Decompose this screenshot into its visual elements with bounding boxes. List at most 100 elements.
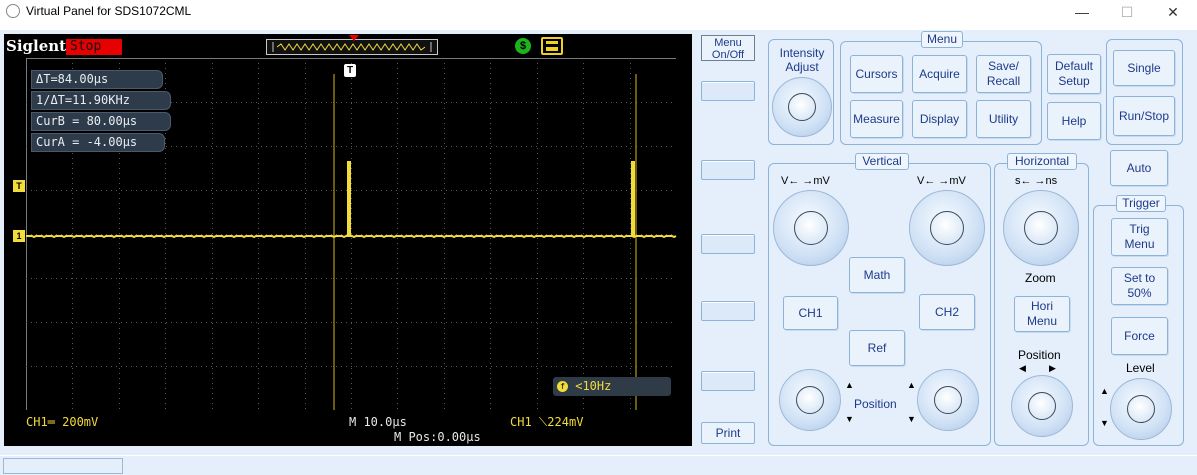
inverse-delta-t-readout: 1/ΔT=11.90KHz: [31, 91, 171, 110]
trigger-info: CH1 ⟍224mV: [510, 415, 584, 429]
ref-button[interactable]: Ref: [849, 330, 905, 366]
force-button[interactable]: Force: [1111, 317, 1168, 355]
level-up-arrow-icon: ▲: [1100, 386, 1109, 396]
run-control-panel: Single Run/Stop: [1106, 39, 1183, 145]
ch1-position-down-arrow-icon: ▼: [845, 414, 854, 424]
horizontal-position-label: Position: [1018, 348, 1061, 362]
trigger-level-knob-cap: [1127, 395, 1155, 423]
ch1-volts-knob-cap: [794, 211, 828, 245]
channel1-marker[interactable]: 1: [13, 230, 25, 242]
maximize-button[interactable]: ☐: [1104, 0, 1150, 24]
cursor-a-readout: CurA = -4.00µs: [31, 133, 165, 152]
horizontal-right-arrow-icon: ▶: [1049, 363, 1056, 373]
hori-menu-button[interactable]: Hori Menu: [1014, 296, 1070, 332]
vertical-panel: Vertical V← →mV V← →mV Math CH1 CH2 Ref …: [768, 153, 991, 446]
trigger-panel: Trigger Trig Menu Set to 50% Force Level…: [1093, 195, 1184, 446]
hori-menu-line2: Menu: [1026, 314, 1058, 328]
close-button[interactable]: ✕: [1150, 0, 1196, 24]
ch2-position-knob-cap: [934, 386, 962, 414]
cursors-button[interactable]: Cursors: [850, 55, 903, 93]
print-button[interactable]: Print: [701, 422, 755, 444]
help-button[interactable]: Help: [1047, 102, 1101, 140]
scope-display: Siglent Stop $ T T 1 ΔT=84.00µs 1/ΔT=11.…: [4, 34, 692, 446]
ch1-button[interactable]: CH1: [783, 296, 838, 330]
measure-button[interactable]: Measure: [850, 100, 903, 138]
ch2-position-up-arrow-icon: ▲: [907, 380, 916, 390]
intensity-knob-cap: [788, 93, 816, 121]
frequency-counter: f <10Hz: [553, 377, 671, 396]
menu-panel: Menu Cursors Acquire Save/ Recall Measur…: [840, 31, 1042, 145]
default-setup-line2: Setup: [1058, 74, 1090, 88]
softkey-2[interactable]: [701, 160, 755, 180]
vertical-panel-title: Vertical: [855, 153, 909, 170]
horizontal-left-arrow-icon: ◀: [1019, 363, 1026, 373]
zoom-label: Zoom: [1025, 271, 1056, 285]
set-to-50-line1: Set to: [1123, 271, 1156, 285]
softkey-1[interactable]: [701, 81, 755, 101]
save-recall-line2: Recall: [986, 74, 1021, 88]
intensity-panel: Intensity Adjust: [768, 39, 834, 145]
vertical-position-label: Position: [854, 397, 897, 411]
set-to-50-line2: 50%: [1127, 286, 1152, 300]
ch2-volts-label: V← →mV: [917, 175, 966, 187]
auto-button[interactable]: Auto: [1110, 150, 1168, 186]
title-bar: Virtual Panel for SDS1072CML — ☐ ✕: [0, 0, 1197, 24]
trigger-level-marker[interactable]: T: [13, 180, 25, 192]
app-icon: [6, 4, 20, 18]
horizontal-position-knob-cap: [1028, 392, 1056, 420]
ch1-scale: CH1═ 200mV: [26, 415, 99, 429]
display-button[interactable]: Display: [912, 100, 967, 138]
status-bar: [0, 456, 1197, 475]
softkey-3[interactable]: [701, 234, 755, 254]
menu-on-off-button[interactable]: Menu On/Off: [701, 35, 755, 61]
set-to-50-button[interactable]: Set to 50%: [1111, 267, 1168, 305]
window-title: Virtual Panel for SDS1072CML: [26, 4, 192, 18]
softkey-5[interactable]: [701, 371, 755, 391]
menu-on-off-line2: On/Off: [711, 49, 745, 61]
minimize-button[interactable]: —: [1059, 0, 1105, 24]
ch1-position-knob-cap: [796, 386, 824, 414]
ch1-waveform: [26, 161, 677, 239]
trigger-position-marker[interactable]: T: [344, 64, 356, 77]
intensity-label-line1: Intensity: [779, 46, 825, 60]
trig-menu-line2: Menu: [1124, 237, 1155, 251]
trig-menu-button[interactable]: Trig Menu: [1111, 218, 1168, 256]
math-button[interactable]: Math: [849, 257, 905, 293]
run-stop-button[interactable]: Run/Stop: [1113, 96, 1175, 136]
trigger-panel-title: Trigger: [1116, 195, 1166, 212]
cursor-b-readout: CurB = 80.00µs: [31, 112, 171, 131]
utility-button[interactable]: Utility: [976, 100, 1031, 138]
default-setup-line1: Default: [1054, 59, 1094, 73]
acquire-button[interactable]: Acquire: [912, 55, 967, 93]
save-recall-button[interactable]: Save/ Recall: [976, 55, 1031, 93]
status-progress: [3, 458, 123, 474]
single-button[interactable]: Single: [1113, 50, 1175, 86]
ch2-position-knob[interactable]: [917, 369, 979, 431]
horizontal-position-knob[interactable]: [1011, 375, 1073, 437]
horizontal-panel-title: Horizontal: [1007, 153, 1077, 170]
level-down-arrow-icon: ▼: [1100, 418, 1109, 428]
time-div-label: s← →ns: [1015, 175, 1058, 187]
level-label: Level: [1126, 361, 1155, 375]
ch1-position-up-arrow-icon: ▲: [845, 380, 854, 390]
ch2-button[interactable]: CH2: [919, 294, 975, 330]
memory-position: M Pos:0.00µs: [394, 430, 481, 444]
save-recall-line1: Save/: [988, 59, 1019, 73]
timebase: M 10.0µs: [349, 415, 407, 429]
counter-icon: f: [557, 381, 568, 392]
time-div-knob[interactable]: [1003, 190, 1079, 266]
ch1-volts-label: V← →mV: [781, 175, 830, 187]
delta-t-readout: ΔT=84.00µs: [31, 70, 163, 89]
time-div-knob-cap: [1024, 211, 1058, 245]
ch2-volts-knob[interactable]: [909, 190, 985, 266]
frequency-value: <10Hz: [575, 379, 612, 393]
menu-on-off-line1: Menu: [714, 37, 742, 49]
trigger-level-knob[interactable]: [1110, 378, 1172, 440]
ch1-volts-knob[interactable]: [773, 190, 849, 266]
softkey-4[interactable]: [701, 301, 755, 321]
ch2-position-down-arrow-icon: ▼: [907, 414, 916, 424]
ch1-position-knob[interactable]: [779, 369, 841, 431]
intensity-knob[interactable]: [772, 77, 832, 137]
horizontal-panel: Horizontal s← →ns Zoom Hori Menu Positio…: [994, 153, 1089, 446]
default-setup-button[interactable]: Default Setup: [1047, 54, 1101, 94]
